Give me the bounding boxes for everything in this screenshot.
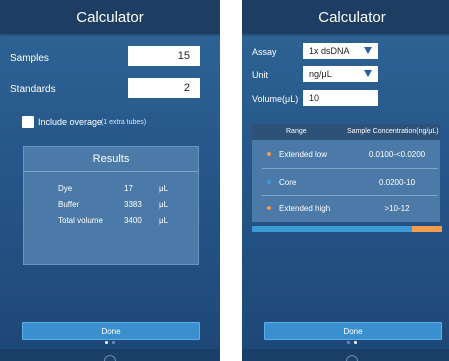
header-concentration: Sample Concentration(ng/μL) [347,128,439,135]
home-button-icon[interactable] [104,355,116,361]
result-name: Buffer [58,200,80,209]
range-table: Range Sample Concentration(ng/μL) Extend… [252,124,440,222]
page-indicator [242,341,449,344]
range-value: 0.0100-<0.0200 [368,150,426,159]
result-name: Dye [58,184,73,193]
done-button[interactable]: Done [22,322,200,340]
dropdown-caret-icon [364,47,372,54]
title-bar: Calculator [0,0,220,34]
overage-note: (1 extra tubes) [101,119,147,126]
volume-input[interactable] [303,90,378,106]
extended-bullet-icon [267,152,271,156]
unit-select[interactable]: ng/μL [303,66,378,82]
results-title: Results [24,147,198,172]
range-value: 0.0200-10 [378,178,416,187]
standards-input[interactable] [128,78,200,98]
range-name: Extended low [279,150,328,159]
page-dot-active [105,341,108,344]
page-dot-active [354,341,357,344]
table-row: Core 0.0200-10 [252,169,440,196]
result-unit: μL [159,200,169,209]
extended-range-bar [412,226,442,232]
home-button-icon[interactable] [346,355,358,361]
extended-bullet-icon [267,206,271,210]
calculator-results-screen: Calculator Samples Standards Include ove… [0,0,220,361]
page-title: Calculator [76,8,144,26]
range-name: Core [279,178,297,187]
include-overage-checkbox[interactable] [22,116,34,128]
core-bullet-icon [267,180,271,184]
table-row: Extended high >10-12 [252,195,440,222]
volume-label: Volume(μL) [252,94,299,104]
page-dot [112,341,115,344]
unit-value: ng/μL [309,69,332,79]
result-unit: μL [159,216,169,225]
page-dot [347,341,350,344]
results-card: Results Dye 17 μL Buffer 3383 μL Total v… [23,146,199,265]
done-button[interactable]: Done [264,322,442,340]
result-unit: μL [159,184,169,193]
table-header: Range Sample Concentration(ng/μL) [252,124,440,140]
samples-input[interactable] [128,46,200,66]
result-value: 3400 [124,216,142,225]
page-title: Calculator [318,8,386,26]
page-indicator [0,341,220,344]
assay-label: Assay [252,47,277,57]
dropdown-caret-icon [364,70,372,77]
include-overage-label: Include overage [38,117,103,127]
result-value: 17 [124,184,133,193]
range-value: >10-12 [384,204,410,213]
result-value: 3383 [124,200,142,209]
standards-label: Standards [10,84,56,95]
table-row: Extended low 0.0100-<0.0200 [252,141,440,168]
header-range: Range [286,128,307,135]
result-name: Total volume [58,216,103,225]
range-name: Extended high [279,204,331,213]
title-bar: Calculator [242,0,449,34]
unit-label: Unit [252,70,269,80]
assay-value: 1x dsDNA [309,46,350,56]
calculator-assay-screen: Calculator Assay 1x dsDNA Unit ng/μL Vol… [242,0,449,361]
core-range-bar [252,226,412,232]
samples-label: Samples [10,53,49,64]
assay-select[interactable]: 1x dsDNA [303,43,378,59]
